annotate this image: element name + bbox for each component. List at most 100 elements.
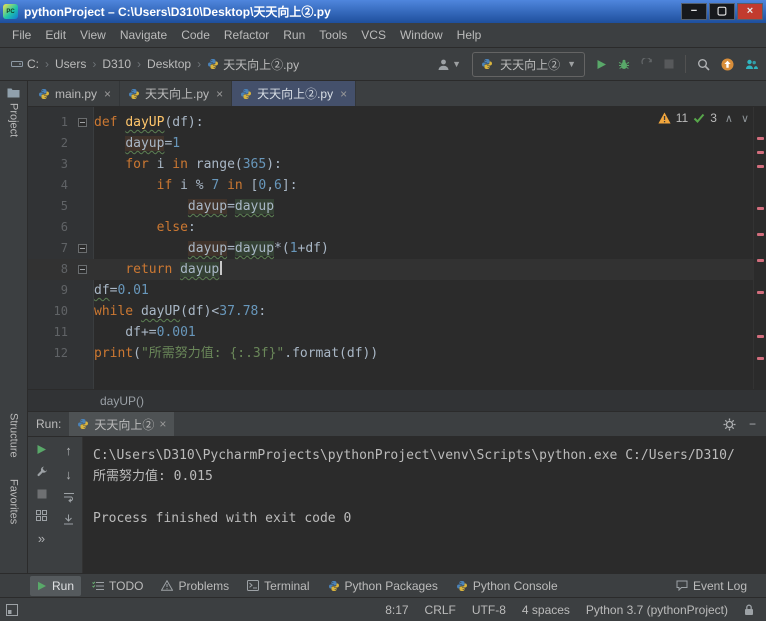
code-with-me-button[interactable]: [745, 58, 758, 71]
editor-tab[interactable]: 天天向上.py ×: [120, 81, 233, 106]
breadcrumb-item[interactable]: D310: [99, 55, 134, 73]
breadcrumb-scope[interactable]: dayUP(): [100, 394, 144, 408]
fold-marker-icon[interactable]: [78, 118, 87, 127]
menu-item-run[interactable]: Run: [276, 24, 312, 46]
error-stripe-mark[interactable]: [757, 291, 764, 294]
close-tab-icon[interactable]: ×: [340, 87, 347, 101]
run-settings-button[interactable]: [36, 466, 48, 478]
maximize-button[interactable]: ▢: [709, 3, 735, 20]
breadcrumb-separator: ›: [45, 57, 49, 71]
toolwindow-button-terminal[interactable]: Terminal: [240, 576, 316, 596]
close-tab-icon[interactable]: ×: [216, 87, 223, 101]
prev-occurrence-button[interactable]: ↑: [65, 444, 72, 457]
fold-marker-icon[interactable]: [78, 265, 87, 274]
error-stripe-mark[interactable]: [757, 233, 764, 236]
error-stripe-mark[interactable]: [757, 357, 764, 360]
line-number: 9: [60, 283, 68, 297]
fold-marker-icon[interactable]: [78, 244, 87, 253]
navbar-toolbar: ▼ 天天向上② ▼: [437, 51, 758, 77]
breadcrumb-item[interactable]: Users: [52, 55, 89, 73]
status-item[interactable]: 8:17: [385, 603, 408, 617]
status-item[interactable]: UTF-8: [472, 603, 506, 617]
code-line: 5 dayup=dayup: [28, 196, 753, 217]
code-line: 3 for i in range(365):: [28, 154, 753, 175]
left-tool-stripe: Project Structure Favorites: [0, 81, 28, 573]
status-item[interactable]: CRLF: [425, 603, 456, 617]
window-controls: − ▢ ×: [681, 3, 763, 20]
restore-layout-button[interactable]: [36, 510, 47, 521]
run-tab[interactable]: 天天向上② ×: [69, 412, 175, 436]
run-console[interactable]: C:\Users\D310\PycharmProjects\pythonProj…: [83, 437, 766, 573]
inspections-widget[interactable]: 11 3 ∧ ∨: [658, 111, 749, 125]
menu-item-code[interactable]: Code: [174, 24, 217, 46]
menu-item-help[interactable]: Help: [450, 24, 489, 46]
breadcrumb-item[interactable]: C:: [8, 55, 42, 73]
error-stripe[interactable]: [753, 107, 766, 389]
menu-item-vcs[interactable]: VCS: [354, 24, 393, 46]
menu-item-edit[interactable]: Edit: [38, 24, 73, 46]
problems-icon: [161, 580, 174, 591]
stop-button[interactable]: [664, 59, 674, 69]
toolwindow-button-structure[interactable]: Structure: [0, 413, 27, 458]
error-stripe-mark[interactable]: [757, 207, 764, 210]
error-stripe-mark[interactable]: [757, 165, 764, 168]
debug-button[interactable]: [618, 58, 630, 70]
menu-item-navigate[interactable]: Navigate: [113, 24, 174, 46]
menu-item-refactor[interactable]: Refactor: [217, 24, 276, 46]
status-item[interactable]: Python 3.7 (pythonProject): [586, 603, 728, 617]
settings-gear-icon[interactable]: [723, 418, 736, 431]
python-icon: [207, 58, 219, 70]
menu-item-file[interactable]: File: [5, 24, 38, 46]
terminal-icon: [247, 580, 260, 591]
error-stripe-mark[interactable]: [757, 259, 764, 262]
run-button[interactable]: [596, 59, 607, 70]
error-stripe-mark[interactable]: [757, 335, 764, 338]
soft-wrap-button[interactable]: [63, 492, 75, 503]
status-item[interactable]: 4 spaces: [522, 603, 570, 617]
ok-count: 3: [710, 111, 717, 125]
run-with-coverage-button[interactable]: [641, 58, 653, 70]
close-button[interactable]: ×: [737, 3, 763, 20]
close-tab-icon[interactable]: ×: [104, 87, 111, 101]
toolwindow-button-project[interactable]: Project: [0, 87, 27, 137]
breadcrumb-item[interactable]: 天天向上②.py: [204, 54, 302, 75]
user-profile-button[interactable]: ▼: [437, 58, 461, 71]
toolwindow-button-favorites[interactable]: Favorites: [0, 479, 27, 524]
editor-tab[interactable]: 天天向上②.py ×: [232, 81, 357, 106]
menu-item-window[interactable]: Window: [393, 24, 450, 46]
editor-tab[interactable]: main.py ×: [30, 81, 121, 106]
run-toolbar: » ↑ ↓: [28, 437, 83, 573]
toolwindow-button-event-log[interactable]: Event Log: [669, 576, 754, 596]
rerun-button[interactable]: [36, 444, 47, 455]
stop-button[interactable]: [37, 489, 47, 499]
lock-icon[interactable]: [744, 604, 754, 616]
next-occurrence-button[interactable]: ↓: [65, 468, 72, 481]
toolwindow-button-python-console[interactable]: Python Console: [449, 576, 565, 596]
code-line: 10 while dayUP(df)<37.78:: [28, 301, 753, 322]
error-stripe-mark[interactable]: [757, 137, 764, 140]
error-stripe-mark[interactable]: [757, 151, 764, 154]
prev-problem-icon[interactable]: ∧: [725, 112, 733, 125]
warning-icon: [658, 112, 671, 124]
menu-item-view[interactable]: View: [73, 24, 113, 46]
menu-item-tools[interactable]: Tools: [312, 24, 354, 46]
breadcrumb-item[interactable]: Desktop: [144, 55, 194, 73]
minimize-button[interactable]: −: [681, 3, 707, 20]
toolwindow-button-run[interactable]: Run: [30, 575, 82, 596]
search-everywhere-button[interactable]: [697, 58, 710, 71]
toolwindow-button-todo[interactable]: TODO: [85, 576, 150, 596]
hide-panel-icon[interactable]: −: [749, 417, 756, 431]
more-options-button[interactable]: »: [38, 532, 45, 545]
code-editor[interactable]: 1 def dayUP(df): 2 dayup=1 3 for i in range…: [28, 107, 766, 389]
menu-bar: File Edit View Navigate Code Refactor Run Tools…: [0, 23, 766, 48]
toolwindow-button-python-packages[interactable]: Python Packages: [321, 576, 445, 596]
run-configuration-select[interactable]: 天天向上② ▼: [472, 51, 585, 77]
close-run-tab-icon[interactable]: ×: [159, 417, 166, 431]
toolwindow-button-problems[interactable]: Problems: [154, 576, 236, 596]
code-lines: 1 def dayUP(df): 2 dayup=1 3 for i in range…: [28, 107, 753, 389]
next-problem-icon[interactable]: ∨: [741, 112, 749, 125]
tool-window-bar: Run TODO Problems Terminal Python Packages Py…: [0, 573, 766, 597]
update-notification-button[interactable]: [721, 58, 734, 71]
scroll-to-end-button[interactable]: [63, 514, 74, 525]
toolwindow-switcher-icon[interactable]: [6, 603, 18, 616]
